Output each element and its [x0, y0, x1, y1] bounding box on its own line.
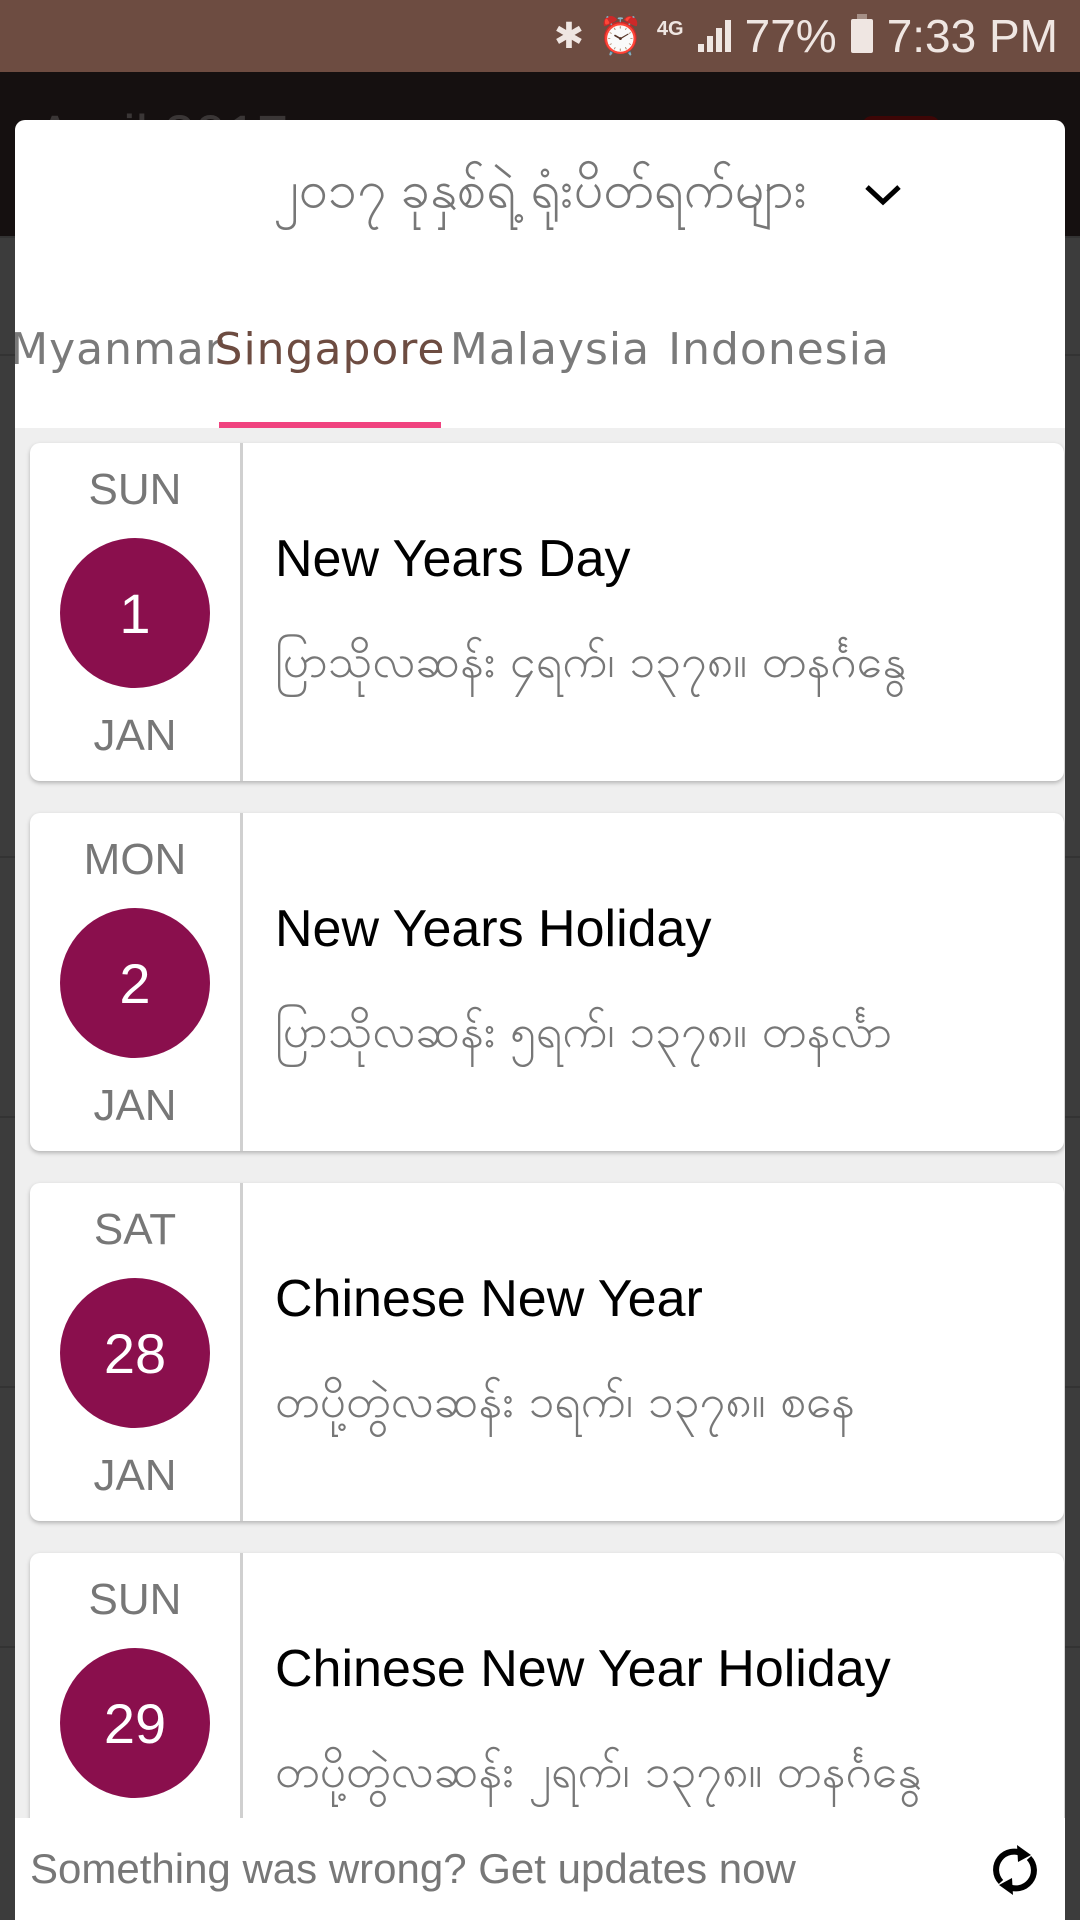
date-column: SUN 29 JAN — [30, 1553, 243, 1818]
holiday-card[interactable]: MON 2 JAN New Years Holiday ပြာသိုလဆန်း … — [30, 813, 1064, 1151]
holidays-dialog: ၂၀၁၇ ခုနှစ်ရဲ့ ရုံးပိတ်ရက်များ Myanmar S… — [15, 120, 1065, 1920]
holiday-myanmar-date: ပြာသိုလဆန်း ၅ရက်၊ ၁၃၇၈။ တနင်္လာ — [275, 1004, 893, 1058]
country-tabs: Myanmar Singapore Malaysia Indonesia — [15, 270, 1065, 428]
holiday-card[interactable]: SUN 29 JAN Chinese New Year Holiday တပို… — [30, 1553, 1064, 1818]
holiday-info: New Years Holiday ပြာသိုလဆန်း ၅ရက်၊ ၁၃၇၈… — [243, 813, 1064, 1151]
day-circle: 2 — [60, 908, 210, 1058]
day-circle: 29 — [60, 1648, 210, 1798]
holiday-list[interactable]: SUN 1 JAN New Years Day ပြာသိုလဆန်း ၄ရက်… — [15, 428, 1065, 1818]
holiday-info: Chinese New Year Holiday တပို့တွဲလဆန်း ၂… — [243, 1553, 1064, 1818]
day-of-week: SAT — [93, 1205, 177, 1254]
tab-singapore[interactable]: Singapore — [215, 270, 445, 428]
date-column: MON 2 JAN — [30, 813, 243, 1151]
chevron-down-icon[interactable] — [863, 175, 903, 215]
tab-malaysia[interactable]: Malaysia — [445, 270, 655, 428]
dialog-header: ၂၀၁၇ ခုနှစ်ရဲ့ ရုံးပိတ်ရက်များ — [15, 120, 1065, 270]
signal-icon — [697, 20, 731, 52]
day-of-week: MON — [83, 835, 187, 884]
month: JAN — [93, 1081, 177, 1130]
date-column: SUN 1 JAN — [30, 443, 243, 781]
holiday-myanmar-date: ပြာသိုလဆန်း ၄ရက်၊ ၁၃၇၈။ တနင်္ဂနွေ — [275, 634, 907, 688]
holiday-title: Chinese New Year — [275, 1270, 703, 1328]
holiday-title: Chinese New Year Holiday — [275, 1640, 891, 1698]
month: JAN — [93, 1451, 177, 1500]
month: JAN — [93, 711, 177, 760]
holiday-myanmar-date: တပို့တွဲလဆန်း ၂ရက်၊ ၁၃၇၈။ တနင်္ဂနွေ — [275, 1744, 922, 1798]
holiday-card[interactable]: SUN 1 JAN New Years Day ပြာသိုလဆန်း ၄ရက်… — [30, 443, 1064, 781]
date-column: SAT 28 JAN — [30, 1183, 243, 1521]
holiday-title: New Years Holiday — [275, 900, 712, 958]
refresh-icon[interactable] — [987, 1842, 1043, 1898]
holiday-info: New Years Day ပြာသိုလဆန်း ၄ရက်၊ ၁၃၇၈။ တန… — [243, 443, 1064, 781]
holiday-myanmar-date: တပို့တွဲလဆန်း ၁ရက်၊ ၁၃၇၈။ စနေ — [275, 1374, 855, 1428]
network-type: 4G — [656, 18, 684, 40]
alarm-icon: ⏰ — [598, 15, 643, 56]
battery-icon — [850, 14, 873, 53]
bluetooth-icon: ✱ — [553, 15, 585, 56]
clock: 7:33 PM — [886, 10, 1058, 62]
tab-myanmar[interactable]: Myanmar — [15, 270, 223, 428]
get-updates-link[interactable]: Something was wrong? Get updates now — [30, 1845, 796, 1893]
holiday-card[interactable]: SAT 28 JAN Chinese New Year တပို့တွဲလဆန်… — [30, 1183, 1064, 1521]
update-footer: Something was wrong? Get updates now — [15, 1818, 1065, 1920]
battery-percent: 77% — [744, 10, 837, 62]
tab-indonesia[interactable]: Indonesia — [668, 270, 889, 428]
holiday-title: New Years Day — [275, 530, 631, 588]
day-of-week: SUN — [88, 1575, 182, 1624]
day-circle: 1 — [60, 538, 210, 688]
day-of-week: SUN — [88, 465, 182, 514]
holiday-info: Chinese New Year တပို့တွဲလဆန်း ၁ရက်၊ ၁၃၇… — [243, 1183, 1064, 1521]
dialog-title: ၂၀၁၇ ခုနှစ်ရဲ့ ရုံးပိတ်ရက်များ — [272, 161, 807, 219]
status-bar: ✱ ⏰ 4G 77% 7:33 PM — [0, 0, 1080, 72]
day-circle: 28 — [60, 1278, 210, 1428]
